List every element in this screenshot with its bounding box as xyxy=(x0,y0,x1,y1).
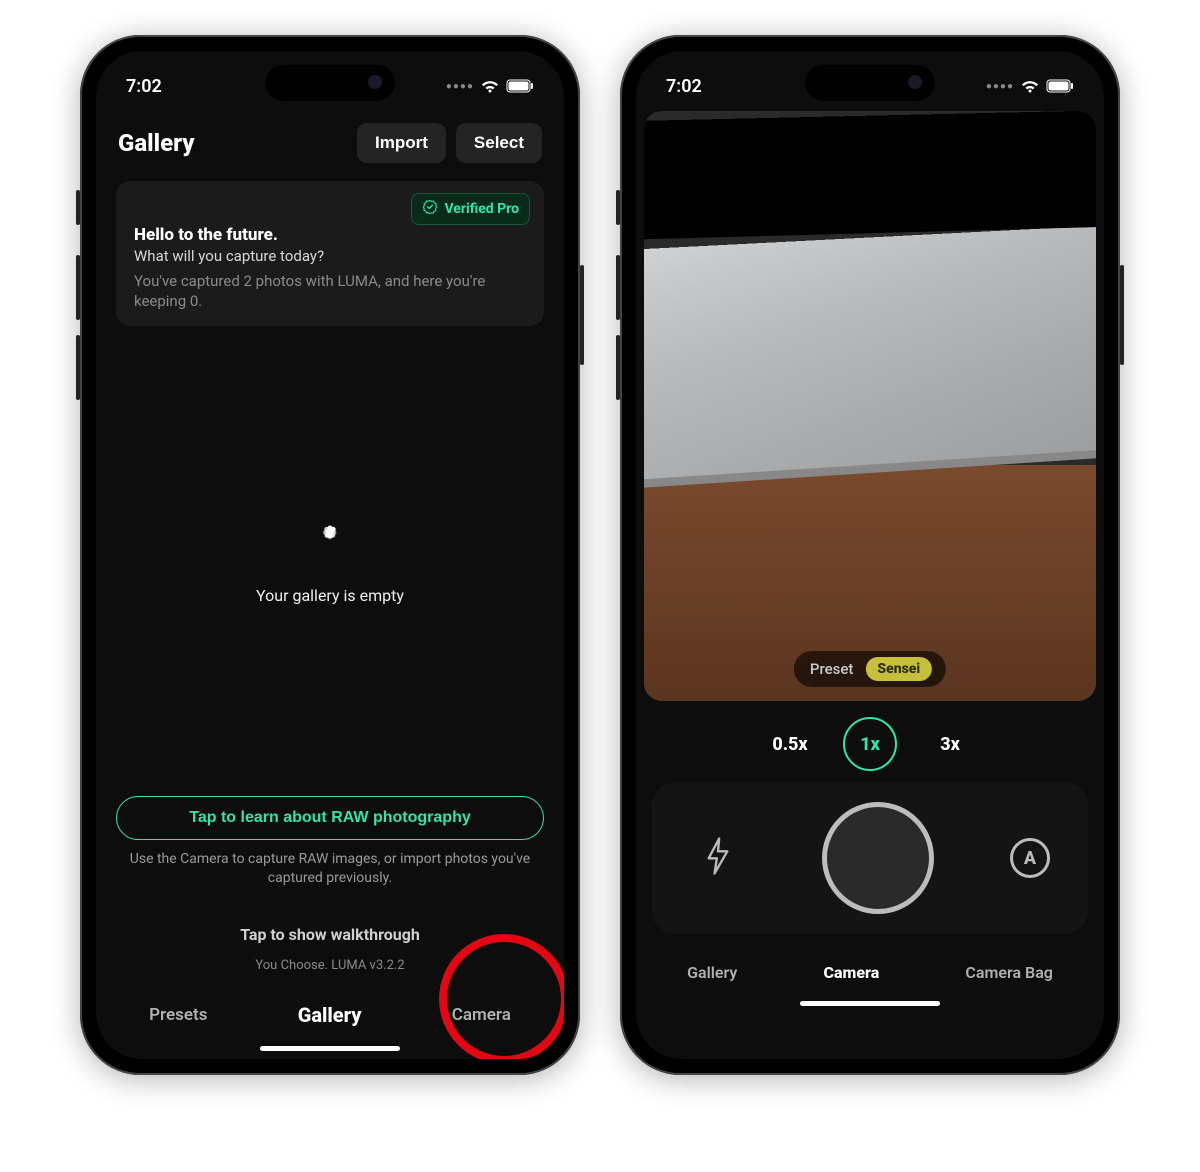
welcome-subhead: What will you capture today? xyxy=(134,247,526,265)
battery-icon xyxy=(506,79,534,93)
auto-icon: A xyxy=(1024,848,1036,869)
tab-bar: Gallery Camera Camera Bag xyxy=(636,943,1104,994)
capture-row: A xyxy=(652,783,1088,933)
tab-camera[interactable]: Camera xyxy=(814,957,890,988)
side-button-power xyxy=(1120,265,1124,365)
phone-gallery: 7:02 ●●●● Gallery Import Select xyxy=(80,35,580,1075)
auto-mode-button[interactable]: A xyxy=(1010,838,1050,878)
front-camera-icon xyxy=(368,75,382,89)
zoom-1x[interactable]: 1x xyxy=(843,717,897,771)
walkthrough-button[interactable]: Tap to show walkthrough xyxy=(240,925,420,944)
preset-label: Preset xyxy=(810,660,854,678)
cellular-icon: ●●●● xyxy=(446,81,474,92)
phone-camera: 7:02 ●●●● Preset Sensei 0.5x 1x xyxy=(620,35,1120,1075)
side-button-volume-down xyxy=(616,335,620,400)
page-title: Gallery xyxy=(118,129,195,157)
gallery-header: Gallery Import Select xyxy=(96,111,564,171)
raw-hint: Use the Camera to capture RAW images, or… xyxy=(116,850,544,889)
viewfinder-scene-laptop xyxy=(644,225,1096,492)
wifi-icon xyxy=(1020,79,1040,94)
camera-viewfinder[interactable]: Preset Sensei xyxy=(644,111,1096,701)
status-time: 7:02 xyxy=(666,76,702,97)
shutter-button[interactable] xyxy=(822,802,934,914)
wifi-icon xyxy=(480,79,500,94)
import-button[interactable]: Import xyxy=(357,123,446,163)
home-indicator[interactable] xyxy=(260,1046,400,1051)
screen-gallery: 7:02 ●●●● Gallery Import Select xyxy=(96,51,564,1059)
side-button-volume-down xyxy=(76,335,80,400)
verified-icon xyxy=(422,199,438,219)
tab-gallery[interactable]: Gallery xyxy=(677,957,747,988)
flash-icon xyxy=(704,836,732,880)
version-text: You Choose. LUMA v3.2.2 xyxy=(255,958,404,973)
spinner-icon xyxy=(309,526,351,568)
empty-state: Your gallery is empty xyxy=(96,336,564,796)
tab-presets[interactable]: Presets xyxy=(139,999,217,1031)
verified-pro-badge: Verified Pro xyxy=(411,193,530,225)
screen-camera: 7:02 ●●●● Preset Sensei 0.5x 1x xyxy=(636,51,1104,1059)
zoom-row: 0.5x 1x 3x xyxy=(636,701,1104,783)
side-button-silence xyxy=(76,190,80,225)
side-button-silence xyxy=(616,190,620,225)
preset-pill[interactable]: Preset Sensei xyxy=(794,651,946,687)
select-button[interactable]: Select xyxy=(456,123,542,163)
zoom-0-5x[interactable]: 0.5x xyxy=(763,717,817,771)
side-button-volume-up xyxy=(616,255,620,320)
welcome-card: Verified Pro Hello to the future. What w… xyxy=(116,181,544,326)
status-time: 7:02 xyxy=(126,76,162,97)
zoom-3x[interactable]: 3x xyxy=(923,717,977,771)
learn-raw-button[interactable]: Tap to learn about RAW photography xyxy=(116,796,544,840)
bottom-block: Tap to learn about RAW photography Use t… xyxy=(96,796,564,983)
viewfinder-scene-keyboard xyxy=(644,111,1096,241)
tab-gallery[interactable]: Gallery xyxy=(288,997,372,1033)
battery-icon xyxy=(1046,79,1074,93)
verified-label: Verified Pro xyxy=(444,201,519,217)
front-camera-icon xyxy=(908,75,922,89)
flash-button[interactable] xyxy=(690,830,746,886)
tab-camera[interactable]: Camera xyxy=(442,999,521,1031)
welcome-headline: Hello to the future. xyxy=(134,225,526,245)
welcome-body: You've captured 2 photos with LUMA, and … xyxy=(134,271,526,312)
cellular-icon: ●●●● xyxy=(986,81,1014,92)
empty-text: Your gallery is empty xyxy=(256,586,404,605)
side-button-volume-up xyxy=(76,255,80,320)
tab-camera-bag[interactable]: Camera Bag xyxy=(955,957,1062,988)
home-indicator[interactable] xyxy=(800,1001,940,1006)
preset-chip: Sensei xyxy=(865,657,932,681)
side-button-power xyxy=(580,265,584,365)
tab-bar: Presets Gallery Camera xyxy=(96,983,564,1039)
